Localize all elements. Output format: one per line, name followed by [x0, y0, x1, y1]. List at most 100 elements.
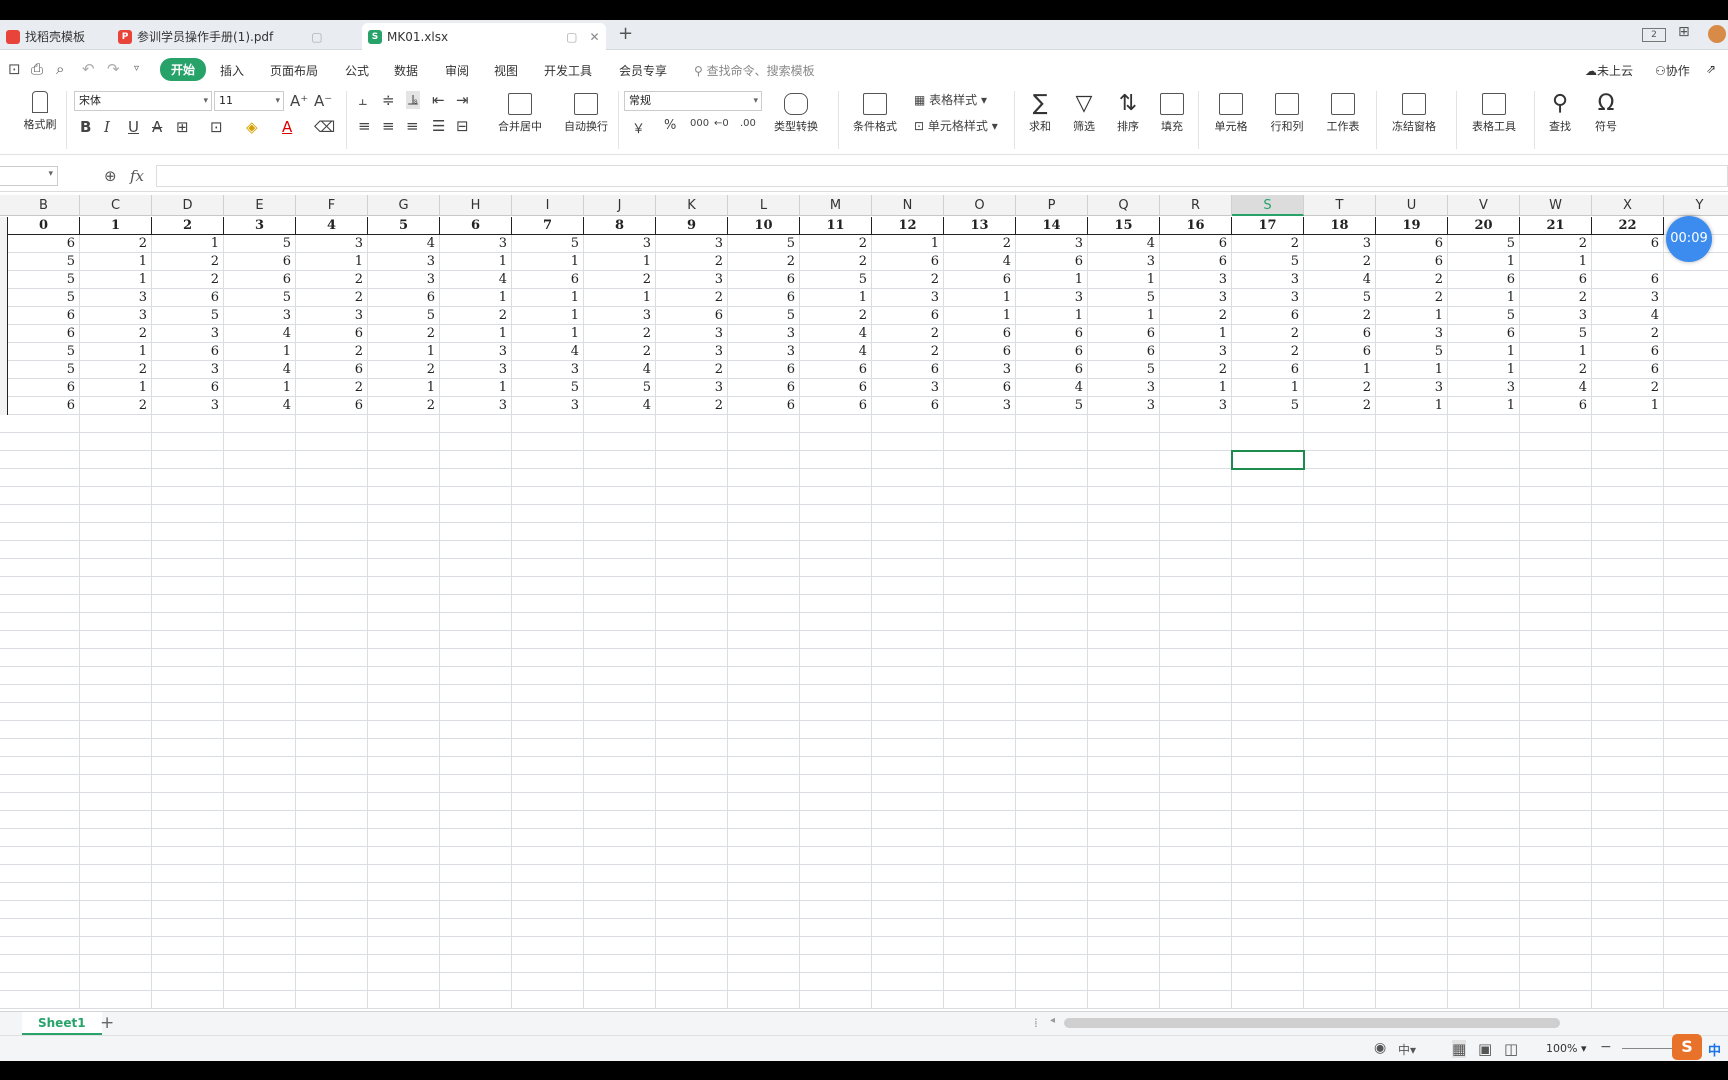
cell[interactable]: 6	[1088, 343, 1160, 361]
cell[interactable]	[80, 721, 152, 739]
format-painter-button[interactable]: 格式刷	[20, 91, 60, 132]
cell[interactable]	[1016, 631, 1088, 649]
strikethrough-icon[interactable]: A	[152, 118, 162, 136]
cell[interactable]	[8, 757, 80, 775]
row-header[interactable]	[0, 361, 8, 379]
cell[interactable]	[1016, 757, 1088, 775]
cell[interactable]	[1664, 415, 1728, 433]
cell[interactable]: 3	[440, 343, 512, 361]
cell[interactable]	[1232, 667, 1304, 685]
cell[interactable]	[152, 901, 224, 919]
cell[interactable]	[1664, 883, 1728, 901]
cell[interactable]	[1520, 649, 1592, 667]
cell[interactable]	[656, 433, 728, 451]
cell[interactable]	[584, 685, 656, 703]
cell[interactable]	[368, 991, 440, 1009]
sort-button[interactable]: ⇅ 排序	[1110, 93, 1146, 134]
cell[interactable]	[1520, 487, 1592, 505]
row-header[interactable]	[0, 397, 8, 415]
cell[interactable]: 4	[1088, 235, 1160, 253]
cell[interactable]	[800, 829, 872, 847]
cell[interactable]	[584, 667, 656, 685]
cell[interactable]	[1448, 721, 1520, 739]
collab-button[interactable]: ⚇协作	[1655, 62, 1690, 79]
cell[interactable]	[440, 739, 512, 757]
cell[interactable]: 2	[656, 289, 728, 307]
cell[interactable]	[1376, 505, 1448, 523]
cell[interactable]: 3	[296, 235, 368, 253]
cell[interactable]: 6	[800, 397, 872, 415]
cell[interactable]	[656, 541, 728, 559]
cell[interactable]	[1232, 685, 1304, 703]
cell[interactable]	[1232, 973, 1304, 991]
column-header-f[interactable]: F	[296, 195, 368, 216]
cell[interactable]	[800, 487, 872, 505]
cell[interactable]: 6	[1160, 253, 1232, 271]
cell[interactable]	[1520, 937, 1592, 955]
cell[interactable]	[584, 973, 656, 991]
cell[interactable]	[296, 757, 368, 775]
cell[interactable]	[1592, 991, 1664, 1009]
cell[interactable]: 4	[224, 397, 296, 415]
cell[interactable]: 5	[1088, 289, 1160, 307]
cell[interactable]	[1376, 469, 1448, 487]
cell[interactable]	[512, 577, 584, 595]
cell[interactable]: 22	[1592, 217, 1664, 235]
cell[interactable]: 5	[8, 253, 80, 271]
cell[interactable]	[872, 595, 944, 613]
cell[interactable]	[944, 487, 1016, 505]
cell[interactable]: 5	[1016, 397, 1088, 415]
cell[interactable]: 3	[1088, 397, 1160, 415]
cell[interactable]	[1664, 649, 1728, 667]
cell[interactable]	[1376, 433, 1448, 451]
cell[interactable]	[1520, 757, 1592, 775]
cell[interactable]: 15	[1088, 217, 1160, 235]
cell[interactable]	[1304, 739, 1376, 757]
cell[interactable]	[800, 505, 872, 523]
cell[interactable]	[1448, 793, 1520, 811]
cell[interactable]	[1304, 757, 1376, 775]
cell[interactable]	[944, 469, 1016, 487]
cell[interactable]: 5	[1304, 289, 1376, 307]
cell[interactable]	[80, 685, 152, 703]
cell[interactable]	[656, 991, 728, 1009]
cell[interactable]	[1160, 901, 1232, 919]
cell[interactable]	[1232, 541, 1304, 559]
cell[interactable]	[512, 901, 584, 919]
row-header[interactable]	[0, 325, 8, 343]
cell[interactable]	[944, 955, 1016, 973]
cell[interactable]: 3	[584, 235, 656, 253]
cell[interactable]	[656, 847, 728, 865]
cell[interactable]	[1304, 919, 1376, 937]
cell[interactable]: 2	[1160, 307, 1232, 325]
cell[interactable]: 1	[512, 253, 584, 271]
page-break-view-icon[interactable]: ◫	[1504, 1040, 1518, 1058]
cell[interactable]	[944, 577, 1016, 595]
cell[interactable]: 20	[1448, 217, 1520, 235]
cell[interactable]: 14	[1016, 217, 1088, 235]
cell[interactable]	[224, 847, 296, 865]
cell[interactable]	[1304, 973, 1376, 991]
cell[interactable]	[368, 559, 440, 577]
cell[interactable]	[368, 631, 440, 649]
cell[interactable]	[584, 541, 656, 559]
cell[interactable]	[1016, 613, 1088, 631]
cell[interactable]: 2	[1304, 397, 1376, 415]
cell[interactable]	[944, 649, 1016, 667]
cell[interactable]: 3	[1160, 397, 1232, 415]
cell[interactable]	[872, 433, 944, 451]
cell[interactable]	[656, 613, 728, 631]
cell[interactable]	[1160, 721, 1232, 739]
print-icon[interactable]: ⎙	[31, 60, 43, 78]
cell[interactable]: 6	[1448, 325, 1520, 343]
cell[interactable]	[1520, 541, 1592, 559]
cell[interactable]	[80, 883, 152, 901]
align-right-icon[interactable]: ≡	[406, 117, 419, 135]
cell[interactable]	[944, 811, 1016, 829]
cell[interactable]	[80, 613, 152, 631]
column-header-g[interactable]: G	[368, 195, 440, 216]
cell[interactable]	[656, 775, 728, 793]
cell[interactable]	[80, 433, 152, 451]
cell[interactable]	[1160, 667, 1232, 685]
cell[interactable]: 2	[1160, 361, 1232, 379]
